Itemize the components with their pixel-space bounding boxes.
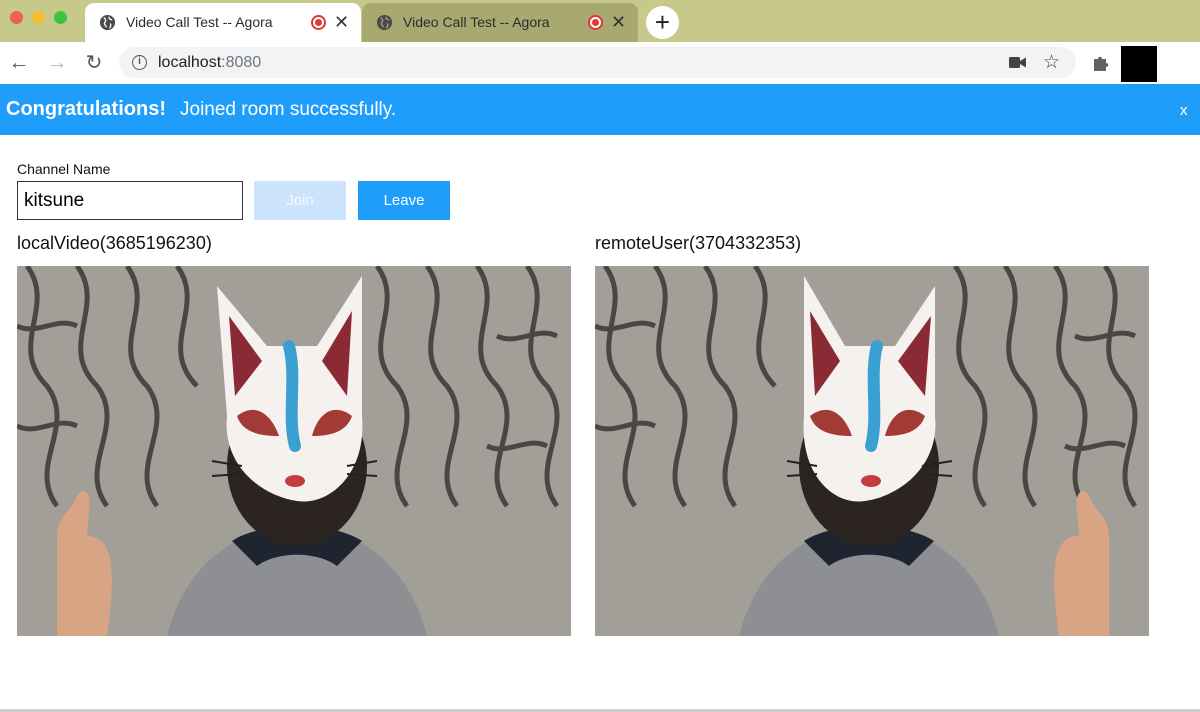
banner-message: Joined room successfully. <box>180 99 397 120</box>
close-icon[interactable]: ✕ <box>611 12 626 32</box>
plus-icon[interactable]: + <box>646 6 679 39</box>
address-port: :8080 <box>221 54 262 71</box>
arrow-left-icon[interactable]: ← <box>6 50 32 76</box>
remote-video <box>595 266 1149 636</box>
puzzle-icon[interactable] <box>1090 51 1114 75</box>
tab-inactive[interactable]: Video Call Test -- Agora ✕ <box>362 3 638 42</box>
reload-icon[interactable]: ↻ <box>81 50 107 76</box>
star-icon[interactable]: ☆ <box>1043 51 1060 74</box>
window-minimize-button[interactable] <box>32 11 45 24</box>
remote-video-label: remoteUser(3704332353) <box>595 233 802 253</box>
info-icon[interactable]: i <box>132 55 147 70</box>
local-video <box>17 266 571 636</box>
banner-close-button[interactable]: x <box>1180 102 1188 119</box>
browser-toolbar: ← → ↻ i localhost:8080 ☆ <box>0 42 1200 84</box>
tab-title: Video Call Test -- Agora <box>403 14 550 30</box>
tab-active[interactable]: Video Call Test -- Agora ✕ <box>85 3 361 42</box>
globe-icon <box>376 14 393 31</box>
join-button[interactable]: Join <box>254 181 346 220</box>
close-icon[interactable]: ✕ <box>334 12 349 32</box>
channel-name-input[interactable] <box>17 181 243 220</box>
address-bar[interactable]: i localhost:8080 ☆ <box>119 47 1076 78</box>
tab-title: Video Call Test -- Agora <box>126 14 273 30</box>
avatar[interactable] <box>1121 46 1157 82</box>
globe-icon <box>99 14 116 31</box>
leave-button[interactable]: Leave <box>358 181 450 220</box>
address-host: localhost <box>158 54 222 71</box>
success-banner: Congratulations! Joined room successfull… <box>0 84 1200 135</box>
channel-name-label: Channel Name <box>17 161 111 177</box>
address-url: localhost:8080 <box>158 54 261 72</box>
banner-title: Congratulations! <box>6 98 166 120</box>
video-camera-icon[interactable] <box>1009 56 1026 69</box>
local-video-label: localVideo(3685196230) <box>17 233 212 253</box>
window-zoom-button[interactable] <box>54 11 67 24</box>
arrow-right-icon[interactable]: → <box>44 50 70 76</box>
window-close-button[interactable] <box>10 11 23 24</box>
recording-icon <box>311 15 326 30</box>
recording-icon <box>588 15 603 30</box>
tab-strip: Video Call Test -- Agora ✕ Video Call Te… <box>0 0 1200 42</box>
